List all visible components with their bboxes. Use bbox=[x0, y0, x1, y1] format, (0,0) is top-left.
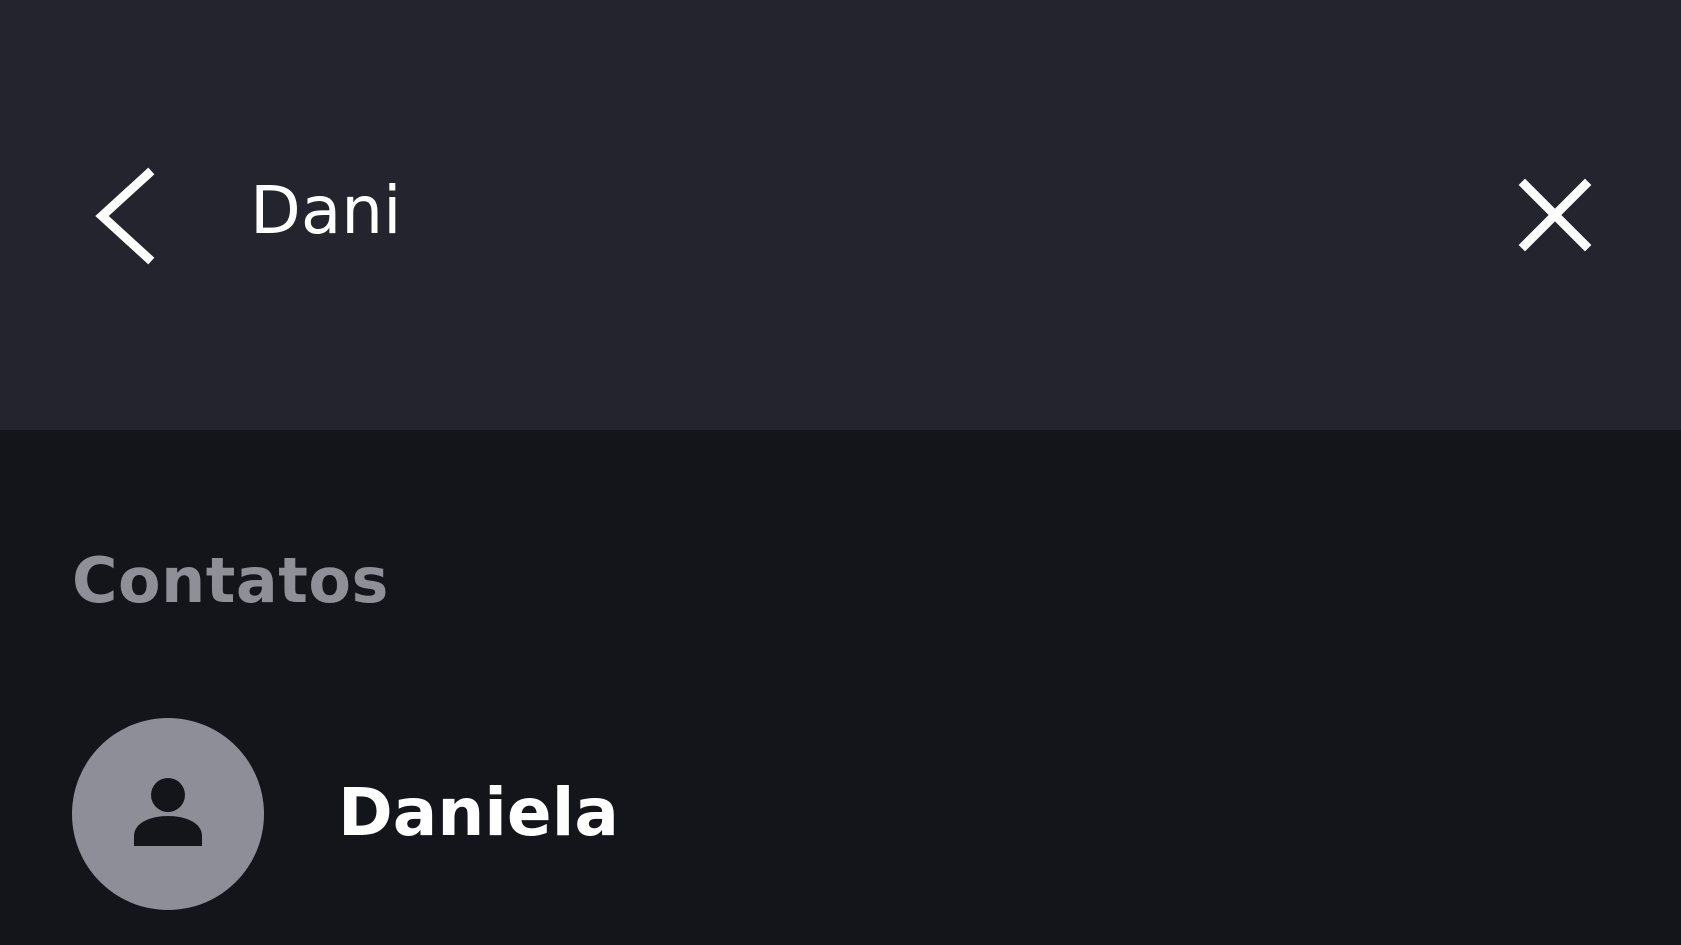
person-icon bbox=[134, 778, 202, 846]
close-icon bbox=[1518, 178, 1592, 252]
search-screen: Contatos Daniela bbox=[0, 0, 1681, 945]
avatar bbox=[72, 718, 264, 910]
search-input[interactable] bbox=[250, 160, 1450, 260]
back-button[interactable] bbox=[80, 160, 170, 270]
contact-name: Daniela bbox=[338, 774, 619, 851]
chevron-left-icon bbox=[95, 167, 155, 265]
search-header bbox=[0, 0, 1681, 430]
search-results: Contatos Daniela bbox=[0, 430, 1681, 945]
section-title-contacts: Contatos bbox=[72, 544, 389, 617]
clear-search-button[interactable] bbox=[1510, 170, 1600, 260]
contact-list-item[interactable]: Daniela bbox=[0, 710, 1681, 910]
